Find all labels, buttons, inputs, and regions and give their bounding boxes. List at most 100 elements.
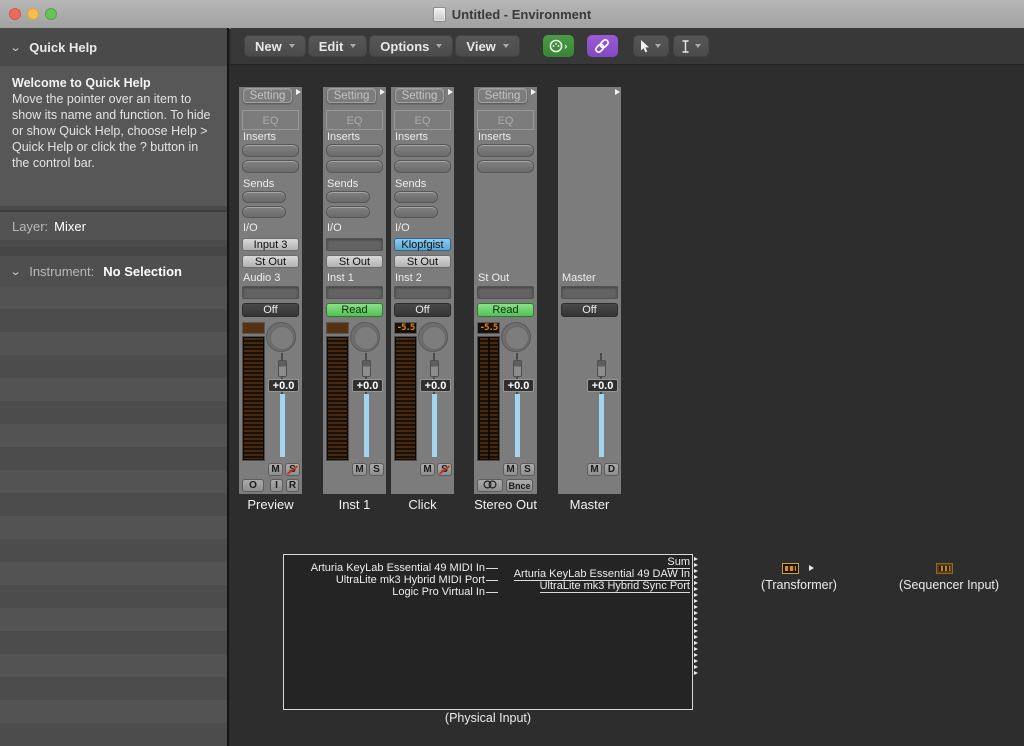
physical-input-label[interactable]: (Physical Input) (413, 711, 563, 725)
insert-slot[interactable] (477, 144, 534, 157)
solo-button[interactable]: S (369, 463, 384, 476)
solo-button[interactable]: S (437, 463, 452, 476)
midi-pin-icon[interactable] (531, 89, 536, 95)
automation-mode-button[interactable]: Read (326, 303, 383, 317)
fader-handle[interactable] (513, 360, 522, 377)
channel-strip-master[interactable]: MasterOff+0.0MD (558, 87, 621, 494)
output-pin-icon[interactable] (694, 647, 698, 651)
channel-setting-button[interactable]: Setting (327, 88, 376, 103)
output-pin-icon[interactable] (694, 635, 698, 639)
mute-button[interactable]: M (268, 463, 283, 476)
fader-handle[interactable] (597, 360, 606, 377)
peak-level-display[interactable]: -5.5 (477, 322, 500, 334)
environment-canvas[interactable]: SettingEQInsertsSendsI/OInput 3St OutAud… (231, 65, 1024, 746)
mute-button[interactable]: M (352, 463, 367, 476)
menu-view[interactable]: View (455, 35, 519, 57)
group-slot[interactable] (394, 286, 451, 299)
mute-button[interactable]: M (503, 463, 518, 476)
sequencer-input-label[interactable]: (Sequencer Input) (874, 578, 1024, 592)
fader-handle[interactable] (430, 360, 439, 377)
midi-pin-icon[interactable] (296, 89, 301, 95)
solo-button[interactable]: D (604, 463, 619, 476)
output-pin-icon[interactable] (694, 587, 698, 591)
send-slot[interactable] (394, 191, 438, 203)
output-pin-icon[interactable] (694, 611, 698, 615)
fader-value[interactable]: +0.0 (503, 379, 534, 392)
group-slot[interactable] (242, 286, 299, 299)
pan-knob[interactable] (418, 322, 448, 352)
output-pin-icon[interactable] (694, 665, 698, 669)
eq-slot[interactable]: EQ (326, 110, 383, 130)
automation-mode-button[interactable]: Read (477, 303, 534, 317)
input-slot[interactable]: Klopfgist (394, 238, 451, 251)
insert-slot[interactable] (242, 144, 299, 157)
output-slot[interactable]: St Out (242, 255, 299, 268)
fader-track[interactable] (515, 394, 520, 457)
channel-option-button[interactable]: O (242, 479, 264, 492)
send-slot[interactable] (394, 206, 438, 218)
menu-edit[interactable]: Edit (308, 35, 368, 57)
fader-value[interactable]: +0.0 (268, 379, 299, 392)
input-slot[interactable] (326, 238, 383, 251)
port-label[interactable]: Logic Pro Virtual In (286, 587, 498, 598)
transformer-object[interactable] (782, 563, 799, 574)
peak-level-display[interactable] (242, 322, 265, 334)
automation-mode-button[interactable]: Off (561, 303, 618, 317)
automation-mode-button[interactable]: Off (242, 303, 299, 317)
channel-strip-preview[interactable]: SettingEQInsertsSendsI/OInput 3St OutAud… (239, 87, 302, 494)
pointer-tool-button[interactable] (633, 35, 669, 57)
output-pin-icon[interactable] (694, 557, 698, 561)
strip-name-label[interactable]: Inst 1 (323, 497, 386, 512)
insert-slot[interactable] (477, 160, 534, 173)
channel-option-button[interactable]: I (270, 479, 283, 492)
output-pin-icon[interactable] (694, 593, 698, 597)
instrument-disclosure[interactable]: ⌄ Instrument: No Selection (0, 247, 227, 286)
pan-knob[interactable] (350, 322, 380, 352)
fader-track[interactable] (280, 394, 285, 457)
port-label[interactable]: UltraLite mk3 Hybrid Sync Port (540, 581, 690, 593)
channel-setting-button[interactable]: Setting (395, 88, 444, 103)
output-pin-icon[interactable] (694, 617, 698, 621)
pan-knob[interactable] (266, 322, 296, 352)
fader-value[interactable]: +0.0 (587, 379, 618, 392)
channel-strip-stereo-out[interactable]: SettingEQInsertsSt OutRead-5.5+0.0MSBnce (474, 87, 537, 494)
peak-level-display[interactable] (326, 322, 349, 334)
output-pin-icon[interactable] (694, 599, 698, 603)
sequencer-input-object[interactable] (936, 563, 953, 574)
strip-name-label[interactable]: Click (391, 497, 454, 512)
channel-setting-button[interactable]: Setting (243, 88, 292, 103)
insert-slot[interactable] (242, 160, 299, 173)
midi-thru-button[interactable]: › (543, 35, 574, 57)
output-pin-icon[interactable] (694, 641, 698, 645)
output-slot[interactable]: St Out (394, 255, 451, 268)
output-pin-icon[interactable] (809, 565, 814, 571)
output-pin-icon[interactable] (694, 671, 698, 675)
strip-name-label[interactable]: Master (558, 497, 621, 512)
midi-pin-icon[interactable] (615, 89, 620, 95)
send-slot[interactable] (242, 191, 286, 203)
port-label[interactable]: Arturia KeyLab Essential 49 MIDI In (286, 563, 498, 574)
peak-level-display[interactable]: -5.5 (394, 322, 417, 334)
eq-slot[interactable]: EQ (242, 110, 299, 130)
output-pin-column[interactable] (694, 557, 698, 677)
stereo-format-button[interactable] (477, 479, 503, 492)
strip-name-label[interactable]: Stereo Out (474, 497, 537, 512)
output-pin-icon[interactable] (694, 581, 698, 585)
fader-track[interactable] (364, 394, 369, 457)
link-button[interactable] (587, 35, 618, 57)
insert-slot[interactable] (326, 160, 383, 173)
physical-input-object[interactable]: Sum Arturia KeyLab Essential 49 MIDI In … (283, 554, 693, 710)
output-pin-icon[interactable] (694, 575, 698, 579)
send-slot[interactable] (242, 206, 286, 218)
group-slot[interactable] (326, 286, 383, 299)
midi-pin-icon[interactable] (380, 89, 385, 95)
output-pin-icon[interactable] (694, 623, 698, 627)
fader-handle[interactable] (362, 360, 371, 377)
output-pin-icon[interactable] (694, 605, 698, 609)
output-slot[interactable]: St Out (326, 255, 383, 268)
insert-slot[interactable] (326, 144, 383, 157)
output-pin-icon[interactable] (694, 569, 698, 573)
fader-track[interactable] (432, 394, 437, 457)
pan-knob[interactable] (501, 322, 531, 352)
channel-setting-button[interactable]: Setting (478, 88, 527, 103)
